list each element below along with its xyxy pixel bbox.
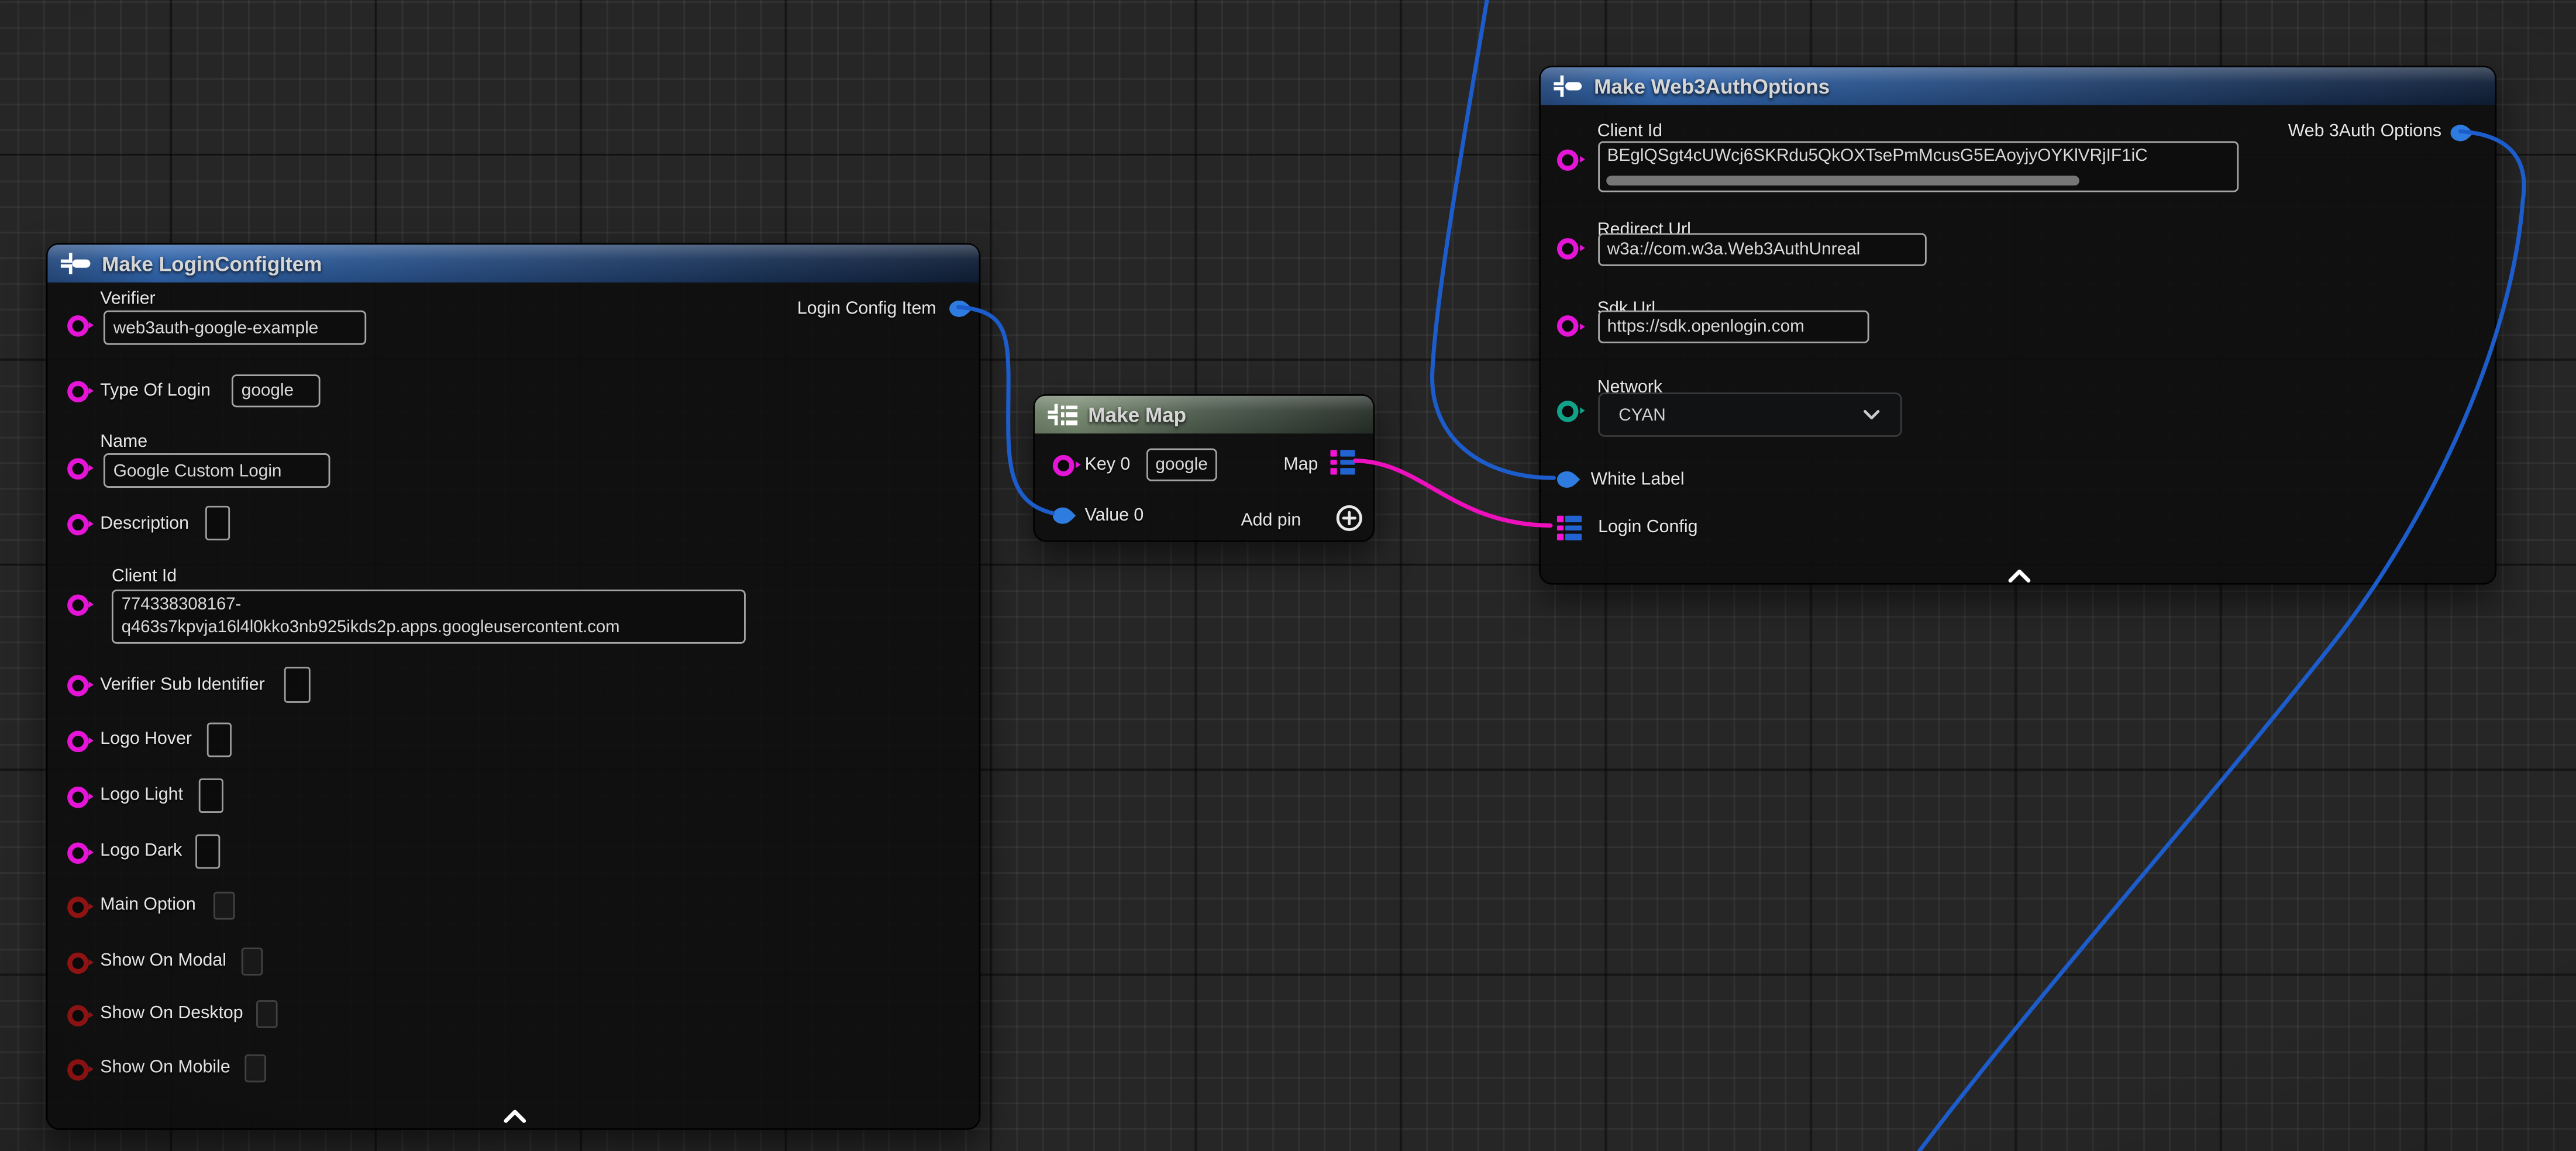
verifier-label: Verifier: [100, 289, 155, 311]
logo-light-pin[interactable]: [67, 786, 88, 808]
client-id-pin[interactable]: [67, 594, 88, 615]
collapse-chevron-icon[interactable]: [502, 1102, 527, 1132]
show-on-desktop-checkbox[interactable]: [256, 1000, 278, 1028]
key-0-input[interactable]: google: [1146, 449, 1217, 481]
client-id-input[interactable]: BEglQSgt4cUWcj6SKRdu5QkOXTsePmMcusG5EAoy…: [1597, 141, 2238, 192]
node-make-map[interactable]: Make Map Key 0 google Map Value 0 Add pi…: [1032, 394, 1374, 542]
show-on-modal-checkbox[interactable]: [242, 947, 263, 976]
type-of-login-pin[interactable]: [67, 380, 88, 402]
login-config-pin[interactable]: [1556, 516, 1581, 540]
value-0-label: Value 0: [1085, 505, 1144, 526]
sdk-url-pin[interactable]: [1557, 315, 1579, 337]
web3auth-options-output-pin[interactable]: [2451, 125, 2471, 141]
node-header[interactable]: Make Map: [1034, 396, 1372, 434]
client-id-scrollbar[interactable]: [1606, 175, 2079, 184]
white-label-label: White Label: [1591, 469, 1685, 491]
show-on-mobile-label: Show On Mobile: [100, 1057, 230, 1079]
logo-dark-pin[interactable]: [67, 842, 88, 863]
show-on-mobile-pin[interactable]: [67, 1059, 88, 1080]
logo-hover-pin[interactable]: [67, 730, 88, 752]
verifier-sub-identifier-label: Verifier Sub Identifier: [100, 675, 264, 697]
name-input[interactable]: Google Custom Login: [104, 453, 330, 488]
make-struct-icon: [1553, 75, 1583, 98]
node-header[interactable]: Make LoginConfigItem: [47, 244, 979, 282]
main-option-checkbox[interactable]: [213, 892, 235, 920]
node-make-web3authoptions[interactable]: Make Web3AuthOptions Client Id BEglQSgt4…: [1538, 66, 2496, 584]
make-map-icon: [1047, 403, 1077, 426]
main-option-pin[interactable]: [67, 896, 88, 918]
network-pin[interactable]: [1557, 400, 1579, 422]
add-pin-icon[interactable]: [1335, 504, 1363, 540]
network-dropdown-value: CYAN: [1618, 405, 1665, 425]
logo-hover-label: Logo Hover: [100, 729, 192, 751]
chevron-down-icon: [1862, 405, 1880, 425]
show-on-mobile-checkbox[interactable]: [244, 1054, 266, 1083]
main-option-label: Main Option: [100, 895, 195, 916]
make-struct-icon: [61, 252, 91, 275]
node-title: Make LoginConfigItem: [102, 252, 322, 275]
logo-light-label: Logo Light: [100, 785, 183, 807]
key-0-pin[interactable]: [1053, 454, 1075, 475]
client-id-pin[interactable]: [1557, 149, 1579, 170]
verifier-sub-identifier-pin[interactable]: [67, 674, 88, 696]
description-pin[interactable]: [67, 514, 88, 535]
node-title: Make Web3AuthOptions: [1594, 75, 1830, 98]
logo-dark-label: Logo Dark: [100, 841, 182, 863]
blueprint-graph-canvas[interactable]: Make LoginConfigItem Verifier web3auth-g…: [0, 0, 2576, 1151]
add-pin-label: Add pin: [1241, 510, 1301, 532]
verifier-sub-identifier-input[interactable]: [284, 667, 311, 703]
logo-light-input[interactable]: [199, 778, 223, 813]
sdk-url-input[interactable]: https://sdk.openlogin.com: [1597, 311, 1868, 343]
verifier-input[interactable]: web3auth-google-example: [104, 311, 366, 345]
map-output-label: Map: [1283, 454, 1318, 475]
redirect-url-input[interactable]: w3a://com.w3a.Web3AuthUnreal: [1597, 233, 1926, 266]
node-header[interactable]: Make Web3AuthOptions: [1540, 67, 2494, 105]
show-on-modal-pin[interactable]: [67, 952, 88, 973]
key-0-label: Key 0: [1085, 454, 1131, 475]
name-label: Name: [100, 432, 147, 454]
logo-hover-input[interactable]: [207, 723, 232, 757]
show-on-desktop-pin[interactable]: [67, 1004, 88, 1026]
client-id-label: Client Id: [1597, 122, 1662, 143]
show-on-modal-label: Show On Modal: [100, 951, 226, 973]
web3auth-options-output-label: Web 3Auth Options: [2288, 122, 2441, 143]
redirect-url-pin[interactable]: [1557, 237, 1579, 259]
value-0-pin[interactable]: [1053, 508, 1073, 524]
blueprint-editor-viewport: Make LoginConfigItem Verifier web3auth-g…: [0, 0, 2576, 1151]
login-config-item-output-label: Login Config Item: [797, 299, 936, 321]
node-make-loginconfigitem[interactable]: Make LoginConfigItem Verifier web3auth-g…: [46, 243, 981, 1130]
name-pin[interactable]: [67, 457, 88, 479]
verifier-pin[interactable]: [67, 315, 88, 336]
description-input[interactable]: [205, 506, 230, 540]
login-config-label: Login Config: [1598, 516, 1697, 538]
node-title: Make Map: [1088, 403, 1186, 426]
logo-dark-input[interactable]: [195, 834, 220, 869]
description-label: Description: [100, 514, 189, 536]
client-id-input[interactable]: 774338308167-q463s7kpvja16l4l0kko3nb925i…: [112, 590, 746, 644]
show-on-desktop-label: Show On Desktop: [100, 1004, 243, 1025]
client-id-label: Client Id: [112, 567, 177, 588]
login-config-item-output-pin[interactable]: [949, 301, 969, 317]
type-of-login-label: Type Of Login: [100, 380, 211, 402]
type-of-login-input[interactable]: google: [232, 374, 321, 407]
white-label-pin[interactable]: [1557, 471, 1577, 488]
network-dropdown[interactable]: CYAN: [1597, 392, 1901, 437]
map-output-pin[interactable]: [1330, 450, 1355, 474]
collapse-chevron-icon[interactable]: [2006, 561, 2031, 591]
